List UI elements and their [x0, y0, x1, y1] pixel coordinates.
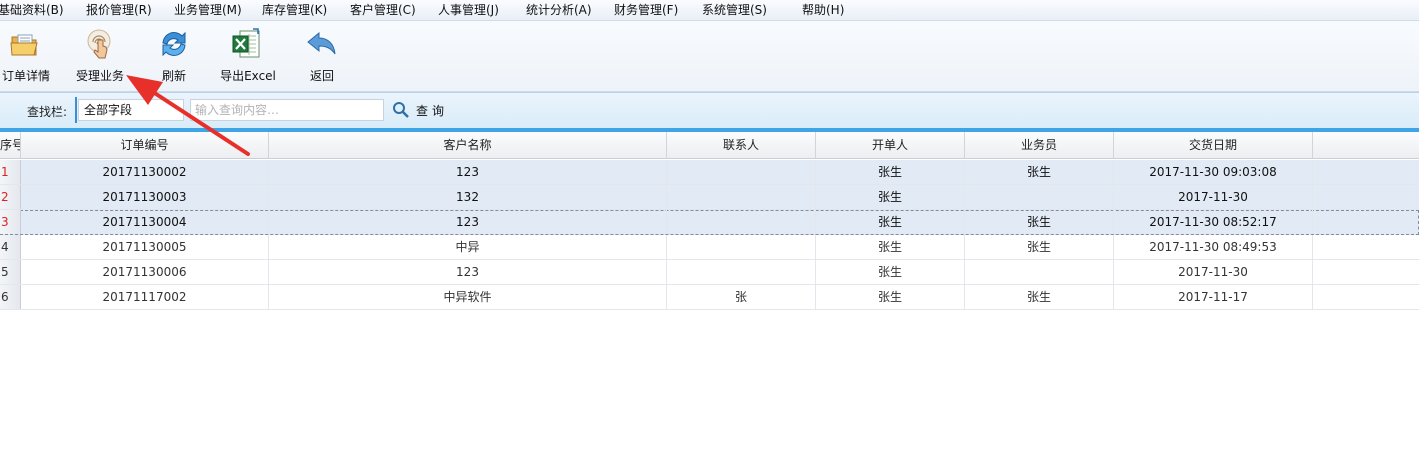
search-field-select[interactable]: 全部字段	[78, 99, 184, 121]
cell-creator: 张生	[816, 160, 965, 184]
row-number: 1	[0, 160, 21, 184]
cell-creator: 张生	[816, 235, 965, 259]
order-detail-button[interactable]: 订单详情	[0, 21, 52, 91]
row-number: 6	[0, 285, 21, 309]
menu-statistics[interactable]: 统计分析(A)	[526, 2, 592, 19]
menu-basic-data[interactable]: 基础资料(B)	[0, 2, 64, 19]
row-number: 3	[0, 210, 21, 234]
cell-creator: 张生	[816, 260, 965, 284]
search-icon	[393, 102, 409, 118]
menu-quotation[interactable]: 报价管理(R)	[86, 2, 152, 19]
cell-order-no: 20171117002	[21, 285, 269, 309]
cell-salesman: 张生	[965, 210, 1114, 234]
cell-contact	[667, 185, 816, 209]
refresh-label: 刷新	[161, 69, 186, 83]
table-row[interactable]: 1 20171130002 123 张生 张生 2017-11-30 09:03:08	[0, 160, 1419, 185]
column-header-customer[interactable]: 客户名称	[269, 132, 667, 159]
cell-customer: 132	[269, 185, 667, 209]
menu-help[interactable]: 帮助(H)	[802, 2, 844, 19]
cell-salesman	[965, 260, 1114, 284]
search-button[interactable]: 查询	[392, 100, 452, 122]
search-input[interactable]	[190, 99, 384, 121]
accept-business-button[interactable]: 受理业务	[72, 21, 128, 91]
menu-finance[interactable]: 财务管理(F)	[614, 2, 678, 19]
cell-order-no: 20171130004	[21, 210, 269, 234]
back-button[interactable]: 返回	[300, 21, 344, 91]
menu-hr[interactable]: 人事管理(J)	[438, 2, 499, 19]
cell-salesman: 张生	[965, 285, 1114, 309]
fingerprint-icon	[87, 29, 111, 59]
table-row[interactable]: 4 20171130005 中异 张生 张生 2017-11-30 08:49:53	[0, 235, 1419, 260]
menu-customer[interactable]: 客户管理(C)	[350, 2, 416, 19]
order-detail-label: 订单详情	[1, 69, 50, 83]
menu-inventory[interactable]: 库存管理(K)	[262, 2, 327, 19]
back-label: 返回	[309, 69, 334, 83]
cell-customer: 中异	[269, 235, 667, 259]
cell-delivery-date: 2017-11-30 09:03:08	[1114, 160, 1313, 184]
menu-business[interactable]: 业务管理(M)	[174, 2, 242, 19]
search-label: 查找栏:	[27, 105, 68, 119]
cell-creator: 张生	[816, 285, 965, 309]
table-header: 序号 订单编号 客户名称 联系人 开单人 业务员 交货日期	[0, 132, 1419, 159]
cell-contact: 张	[667, 285, 816, 309]
export-excel-button[interactable]: 导出Excel	[216, 21, 280, 91]
table-row[interactable]: 5 20171130006 123 张生 2017-11-30	[0, 260, 1419, 285]
cell-contact	[667, 260, 816, 284]
search-bar: 查找栏: 全部字段 查询	[0, 92, 1419, 128]
cell-order-no: 20171130003	[21, 185, 269, 209]
row-number: 4	[0, 235, 21, 259]
table-row[interactable]: 2 20171130003 132 张生 2017-11-30	[0, 185, 1419, 210]
cell-salesman: 张生	[965, 235, 1114, 259]
cell-delivery-date: 2017-11-30 08:52:17	[1114, 210, 1313, 234]
column-header-creator[interactable]: 开单人	[816, 132, 965, 159]
row-number: 2	[0, 185, 21, 209]
column-header-delivery-date[interactable]: 交货日期	[1114, 132, 1313, 159]
search-divider	[75, 97, 77, 123]
cell-delivery-date: 2017-11-17	[1114, 285, 1313, 309]
excel-icon	[232, 28, 260, 58]
cell-creator: 张生	[816, 185, 965, 209]
cell-contact	[667, 210, 816, 234]
cell-customer: 123	[269, 160, 667, 184]
cell-salesman	[965, 185, 1114, 209]
accept-business-label: 受理业务	[75, 69, 124, 83]
row-number: 5	[0, 260, 21, 284]
cell-contact	[667, 235, 816, 259]
refresh-button[interactable]: 刷新	[150, 21, 198, 91]
cell-customer: 123	[269, 260, 667, 284]
cell-delivery-date: 2017-11-30	[1114, 260, 1313, 284]
column-header-contact[interactable]: 联系人	[667, 132, 816, 159]
cell-order-no: 20171130002	[21, 160, 269, 184]
cell-salesman: 张生	[965, 160, 1114, 184]
refresh-icon	[162, 31, 186, 57]
cell-creator: 张生	[816, 210, 965, 234]
column-header-no[interactable]: 序号	[0, 132, 21, 159]
cell-order-no: 20171130006	[21, 260, 269, 284]
cell-order-no: 20171130005	[21, 235, 269, 259]
cell-delivery-date: 2017-11-30	[1114, 185, 1313, 209]
cell-customer: 123	[269, 210, 667, 234]
table-row[interactable]: 3 20171130004 123 张生 张生 2017-11-30 08:52:17	[0, 210, 1419, 235]
table-row[interactable]: 6 20171117002 中异软件张张生 张生 2017-11-17	[0, 285, 1419, 310]
search-button-label: 查询	[416, 104, 449, 118]
cell-delivery-date: 2017-11-30 08:49:53	[1114, 235, 1313, 259]
toolbar: 订单详情 受理业务 刷新 导出Excel 返回	[0, 21, 1419, 92]
menu-system[interactable]: 系统管理(S)	[702, 2, 767, 19]
column-header-order-no[interactable]: 订单编号	[21, 132, 269, 159]
column-header-salesman[interactable]: 业务员	[965, 132, 1114, 159]
cell-contact	[667, 160, 816, 184]
menu-bar: 基础资料(B) 报价管理(R) 业务管理(M) 库存管理(K) 客户管理(C) …	[0, 0, 1419, 21]
export-excel-label: 导出Excel	[220, 69, 276, 83]
folder-icon	[10, 34, 38, 56]
back-arrow-icon	[307, 31, 336, 55]
cell-customer: 中异软件	[269, 285, 667, 309]
